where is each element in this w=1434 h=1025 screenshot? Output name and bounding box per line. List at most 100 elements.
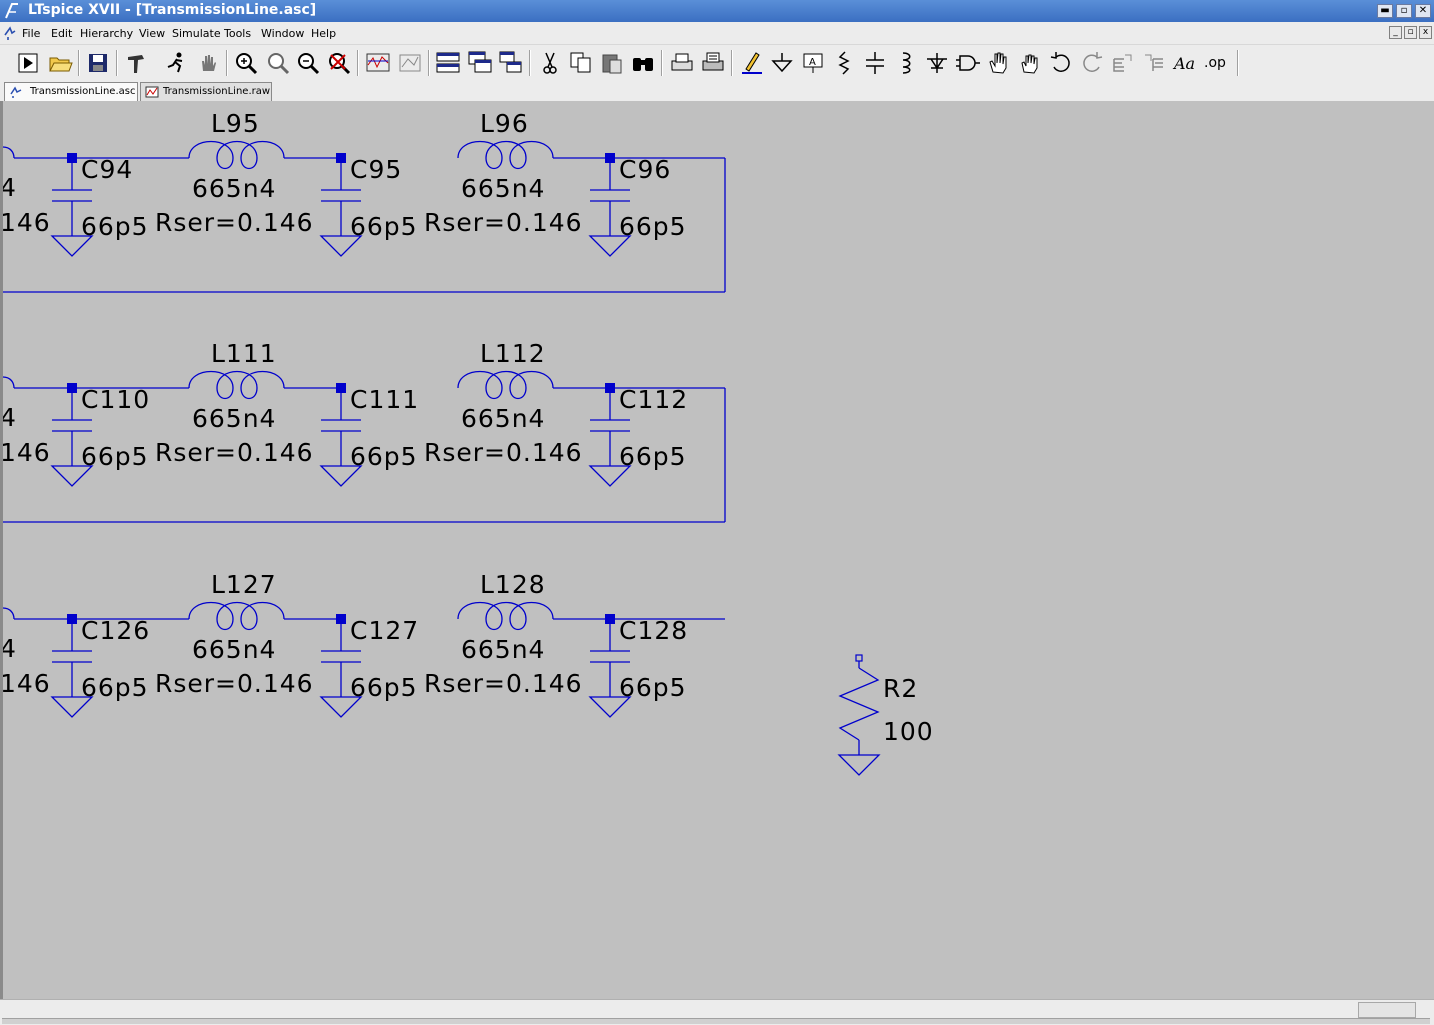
capacitor-value: 66p5 bbox=[81, 442, 149, 471]
inductor-name: L127 bbox=[211, 570, 277, 599]
capacitor-value: 66p5 bbox=[81, 673, 149, 702]
capacitor-value: 66p5 bbox=[619, 673, 687, 702]
inductor-partial bbox=[3, 607, 15, 620]
undo-icon[interactable] bbox=[1047, 49, 1075, 77]
inductor-name: L128 bbox=[480, 570, 546, 599]
mdi-minimize-button[interactable]: _ bbox=[1389, 26, 1402, 39]
copy-icon[interactable] bbox=[567, 49, 595, 77]
status-panel bbox=[1358, 1002, 1416, 1018]
schematic-drawing[interactable]: 4 146 L95 665n4 Rser=0.146 L96 665n4 Rser=0.146… bbox=[3, 101, 1434, 999]
pin-terminal bbox=[855, 654, 863, 662]
tab-label: TransmissionLine.asc bbox=[30, 86, 136, 97]
inductor-symbol bbox=[457, 140, 554, 170]
title-bar: LTspice XVII - [TransmissionLine.asc] ▬ … bbox=[0, 0, 1434, 22]
capacitor-name: C96 bbox=[619, 155, 671, 184]
partial-inductor-rser: 146 bbox=[3, 669, 51, 698]
tile-horizontal-icon[interactable] bbox=[434, 49, 462, 77]
tile-vertical-icon[interactable] bbox=[497, 49, 525, 77]
maximize-button[interactable]: ▫ bbox=[1396, 4, 1412, 18]
zoom-cancel-icon[interactable] bbox=[325, 49, 353, 77]
schematic-canvas[interactable]: 4 146 L95 665n4 Rser=0.146 L96 665n4 Rser=0.146… bbox=[0, 101, 1434, 999]
inductor-value: 665n4 bbox=[192, 404, 276, 433]
menu-help[interactable]: Help bbox=[311, 27, 336, 40]
svg-text:Aa: Aa bbox=[1172, 54, 1195, 73]
inductor-name: L112 bbox=[480, 339, 546, 368]
menu-edit[interactable]: Edit bbox=[51, 27, 72, 40]
waveform-icon[interactable] bbox=[364, 49, 392, 77]
text-icon[interactable]: Aa bbox=[1172, 49, 1200, 77]
inductor-symbol bbox=[188, 370, 285, 400]
menu-hierarchy[interactable]: Hierarchy bbox=[80, 27, 133, 40]
zoom-full-icon[interactable] bbox=[264, 49, 292, 77]
inductor-value: 665n4 bbox=[461, 635, 545, 664]
resistor-name: R2 bbox=[883, 674, 918, 703]
inductor-rser: Rser=0.146 bbox=[155, 438, 314, 467]
inductor-symbol bbox=[457, 370, 554, 400]
hammer-icon[interactable] bbox=[124, 49, 152, 77]
find-icon[interactable] bbox=[629, 49, 657, 77]
capacitor-icon[interactable] bbox=[861, 49, 889, 77]
capacitor-name: C126 bbox=[81, 616, 150, 645]
move-hand-icon[interactable] bbox=[985, 49, 1013, 77]
menu-tools[interactable]: Tools bbox=[224, 27, 251, 40]
halt-hand-icon[interactable] bbox=[194, 49, 222, 77]
wire-pencil-icon[interactable] bbox=[738, 49, 766, 77]
inductor-value: 665n4 bbox=[461, 174, 545, 203]
open-icon[interactable] bbox=[46, 49, 74, 77]
spice-directive-icon[interactable]: .op bbox=[1203, 49, 1231, 77]
mdi-restore-button[interactable]: ▫ bbox=[1404, 26, 1417, 39]
partial-inductor-rser: 146 bbox=[3, 438, 51, 467]
waveform-icon bbox=[145, 86, 159, 98]
cascade-icon[interactable] bbox=[466, 49, 494, 77]
capacitor-value: 66p5 bbox=[350, 442, 418, 471]
inductor-partial bbox=[3, 376, 15, 389]
document-icon[interactable] bbox=[3, 25, 17, 41]
status-bar bbox=[0, 999, 1434, 1025]
label-net-icon[interactable]: A bbox=[799, 49, 827, 77]
print-preview-icon[interactable] bbox=[668, 49, 696, 77]
paste-icon[interactable] bbox=[598, 49, 626, 77]
resistor-icon[interactable] bbox=[830, 49, 858, 77]
drag-hand-icon[interactable] bbox=[1016, 49, 1044, 77]
tab-transmissionline-asc[interactable]: TransmissionLine.asc bbox=[4, 82, 138, 102]
inductor-rser: Rser=0.146 bbox=[155, 669, 314, 698]
inductor-rser: Rser=0.146 bbox=[155, 208, 314, 237]
svg-text:.op: .op bbox=[1204, 55, 1226, 71]
inductor-symbol bbox=[457, 601, 554, 631]
menu-window[interactable]: Window bbox=[261, 27, 304, 40]
mirror-icon[interactable] bbox=[1141, 49, 1169, 77]
run-icon[interactable] bbox=[14, 49, 42, 77]
diode-icon[interactable] bbox=[923, 49, 951, 77]
cut-icon[interactable] bbox=[536, 49, 564, 77]
partial-inductor-value: 4 bbox=[3, 173, 17, 202]
save-icon[interactable] bbox=[84, 49, 112, 77]
redo-icon[interactable] bbox=[1078, 49, 1106, 77]
inductor-rser: Rser=0.146 bbox=[424, 438, 583, 467]
menu-bar: File Edit Hierarchy View Simulate Tools … bbox=[0, 22, 1434, 45]
menu-simulate[interactable]: Simulate bbox=[172, 27, 221, 40]
ground-symbol bbox=[837, 754, 881, 776]
tab-transmissionline-raw[interactable]: TransmissionLine.raw bbox=[140, 82, 272, 101]
inductor-partial bbox=[3, 146, 15, 159]
print-icon[interactable] bbox=[699, 49, 727, 77]
menu-view[interactable]: View bbox=[139, 27, 165, 40]
minimize-button[interactable]: ▬ bbox=[1377, 4, 1393, 18]
inductor-name: L96 bbox=[480, 109, 529, 138]
resistor-symbol bbox=[838, 667, 880, 741]
zoom-out-icon[interactable] bbox=[294, 49, 322, 77]
rotate-icon[interactable] bbox=[1109, 49, 1137, 77]
mdi-close-button[interactable]: x bbox=[1419, 26, 1432, 39]
capacitor-name: C110 bbox=[81, 385, 150, 414]
component-icon[interactable] bbox=[954, 49, 982, 77]
horizontal-scrollbar[interactable] bbox=[2, 1018, 1430, 1024]
inductor-icon[interactable] bbox=[892, 49, 920, 77]
partial-inductor-value: 4 bbox=[3, 634, 17, 663]
zoom-in-icon[interactable] bbox=[232, 49, 260, 77]
capacitor-value: 66p5 bbox=[350, 673, 418, 702]
run-man-icon[interactable] bbox=[162, 49, 190, 77]
inductor-name: L95 bbox=[211, 109, 260, 138]
close-button[interactable]: ✕ bbox=[1415, 4, 1431, 18]
autorange-icon[interactable] bbox=[396, 49, 424, 77]
ground-icon[interactable] bbox=[768, 49, 796, 77]
menu-file[interactable]: File bbox=[22, 27, 40, 40]
